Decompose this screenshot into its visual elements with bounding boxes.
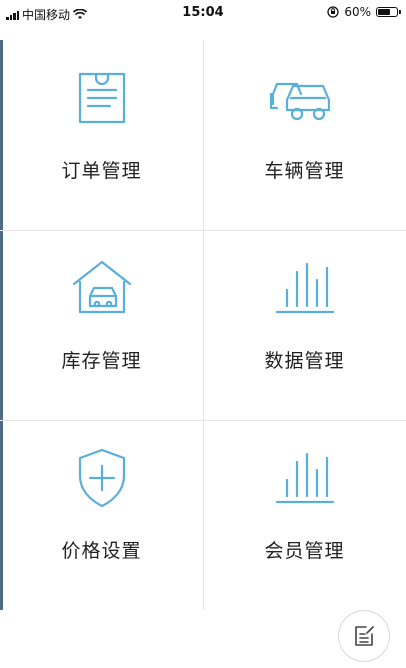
battery-icon (376, 7, 401, 17)
edit-note-icon (355, 626, 374, 646)
bar-chart-icon (275, 452, 334, 504)
menu-item-label: 价格设置 (61, 540, 142, 562)
menu-item-vehicle-management[interactable]: 车辆管理 (203, 40, 406, 230)
vehicles-icon (269, 82, 330, 121)
status-bar: 中国移动 15:04 60% (0, 0, 406, 26)
menu-item-member-management[interactable]: 会员管理 (203, 420, 406, 610)
edit-note-button[interactable] (338, 610, 390, 662)
menu-item-data-management[interactable]: 数据管理 (203, 230, 406, 420)
order-document-icon (78, 72, 125, 124)
menu-item-label: 订单管理 (61, 160, 142, 182)
menu-item-price-settings[interactable]: 价格设置 (0, 420, 203, 610)
bar-chart-icon (275, 262, 334, 314)
garage-inventory-icon (72, 260, 131, 314)
menu-item-label: 数据管理 (264, 350, 345, 372)
battery-percent: 60% (344, 5, 371, 19)
menu-grid: 订单管理 车辆管理 库存管理 数据管理 价格设置 会员管理 (0, 40, 406, 610)
shield-plus-icon (78, 448, 125, 508)
menu-item-label: 会员管理 (264, 540, 345, 562)
menu-item-inventory-management[interactable]: 库存管理 (0, 230, 203, 420)
menu-item-order-management[interactable]: 订单管理 (0, 40, 203, 230)
menu-item-label: 库存管理 (61, 350, 142, 372)
rotation-lock-icon (327, 6, 339, 18)
menu-item-label: 车辆管理 (264, 160, 345, 182)
